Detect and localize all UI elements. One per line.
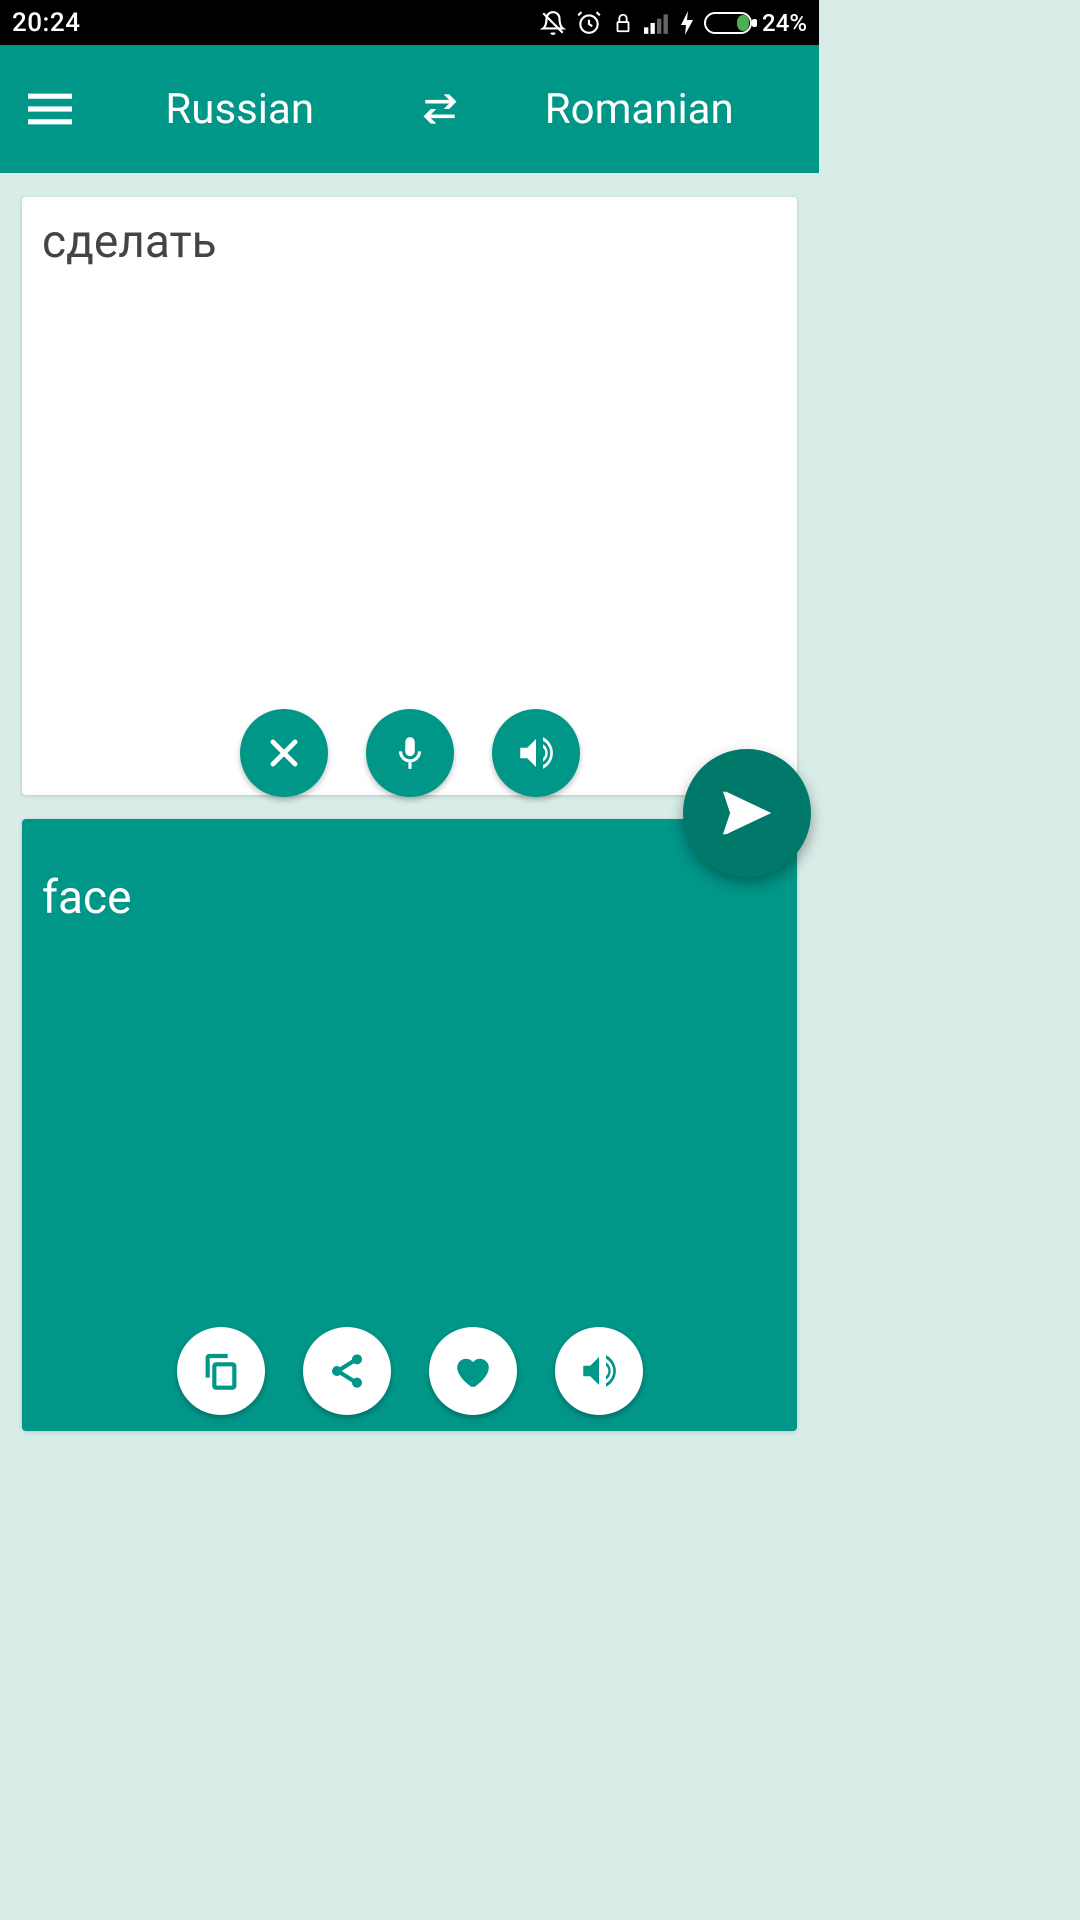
charging-icon [680, 11, 694, 35]
favorite-button[interactable] [429, 1327, 517, 1415]
clear-button[interactable] [240, 709, 328, 797]
swap-languages-button[interactable] [400, 87, 480, 131]
alarm-icon [576, 10, 602, 36]
target-language[interactable]: Romanian [480, 85, 800, 134]
translate-button[interactable] [683, 749, 811, 877]
swap-icon [418, 87, 462, 131]
source-language[interactable]: Russian [80, 85, 400, 134]
menu-icon [28, 91, 72, 127]
input-text[interactable]: сделать [22, 197, 797, 287]
status-time: 20:24 [12, 8, 80, 38]
output-actions [22, 1327, 797, 1415]
menu-button[interactable] [20, 91, 80, 127]
battery-percent: 24% [762, 9, 807, 37]
copy-button[interactable] [177, 1327, 265, 1415]
close-icon [265, 734, 303, 772]
lock-icon [612, 10, 634, 36]
share-button[interactable] [303, 1327, 391, 1415]
output-card: face [22, 819, 797, 1431]
copy-icon [201, 1351, 241, 1391]
battery-icon [704, 11, 758, 35]
input-card: сделать [22, 197, 797, 795]
app-bar: Russian Romanian [0, 45, 819, 173]
signal-icon [644, 12, 670, 34]
share-icon [327, 1351, 367, 1391]
heart-icon [452, 1350, 494, 1392]
send-icon [718, 784, 776, 842]
speak-output-button[interactable] [555, 1327, 643, 1415]
volume-icon [578, 1350, 620, 1392]
output-text: face [22, 819, 797, 943]
status-icons: 24% [540, 9, 807, 37]
volume-icon [515, 732, 557, 774]
speak-input-button[interactable] [492, 709, 580, 797]
input-actions [22, 709, 797, 797]
status-bar: 20:24 24% [0, 0, 819, 45]
content-area: сделать [0, 173, 819, 1431]
battery-indicator: 24% [704, 9, 807, 37]
microphone-icon [391, 733, 429, 773]
bell-off-icon [540, 10, 566, 36]
mic-button[interactable] [366, 709, 454, 797]
